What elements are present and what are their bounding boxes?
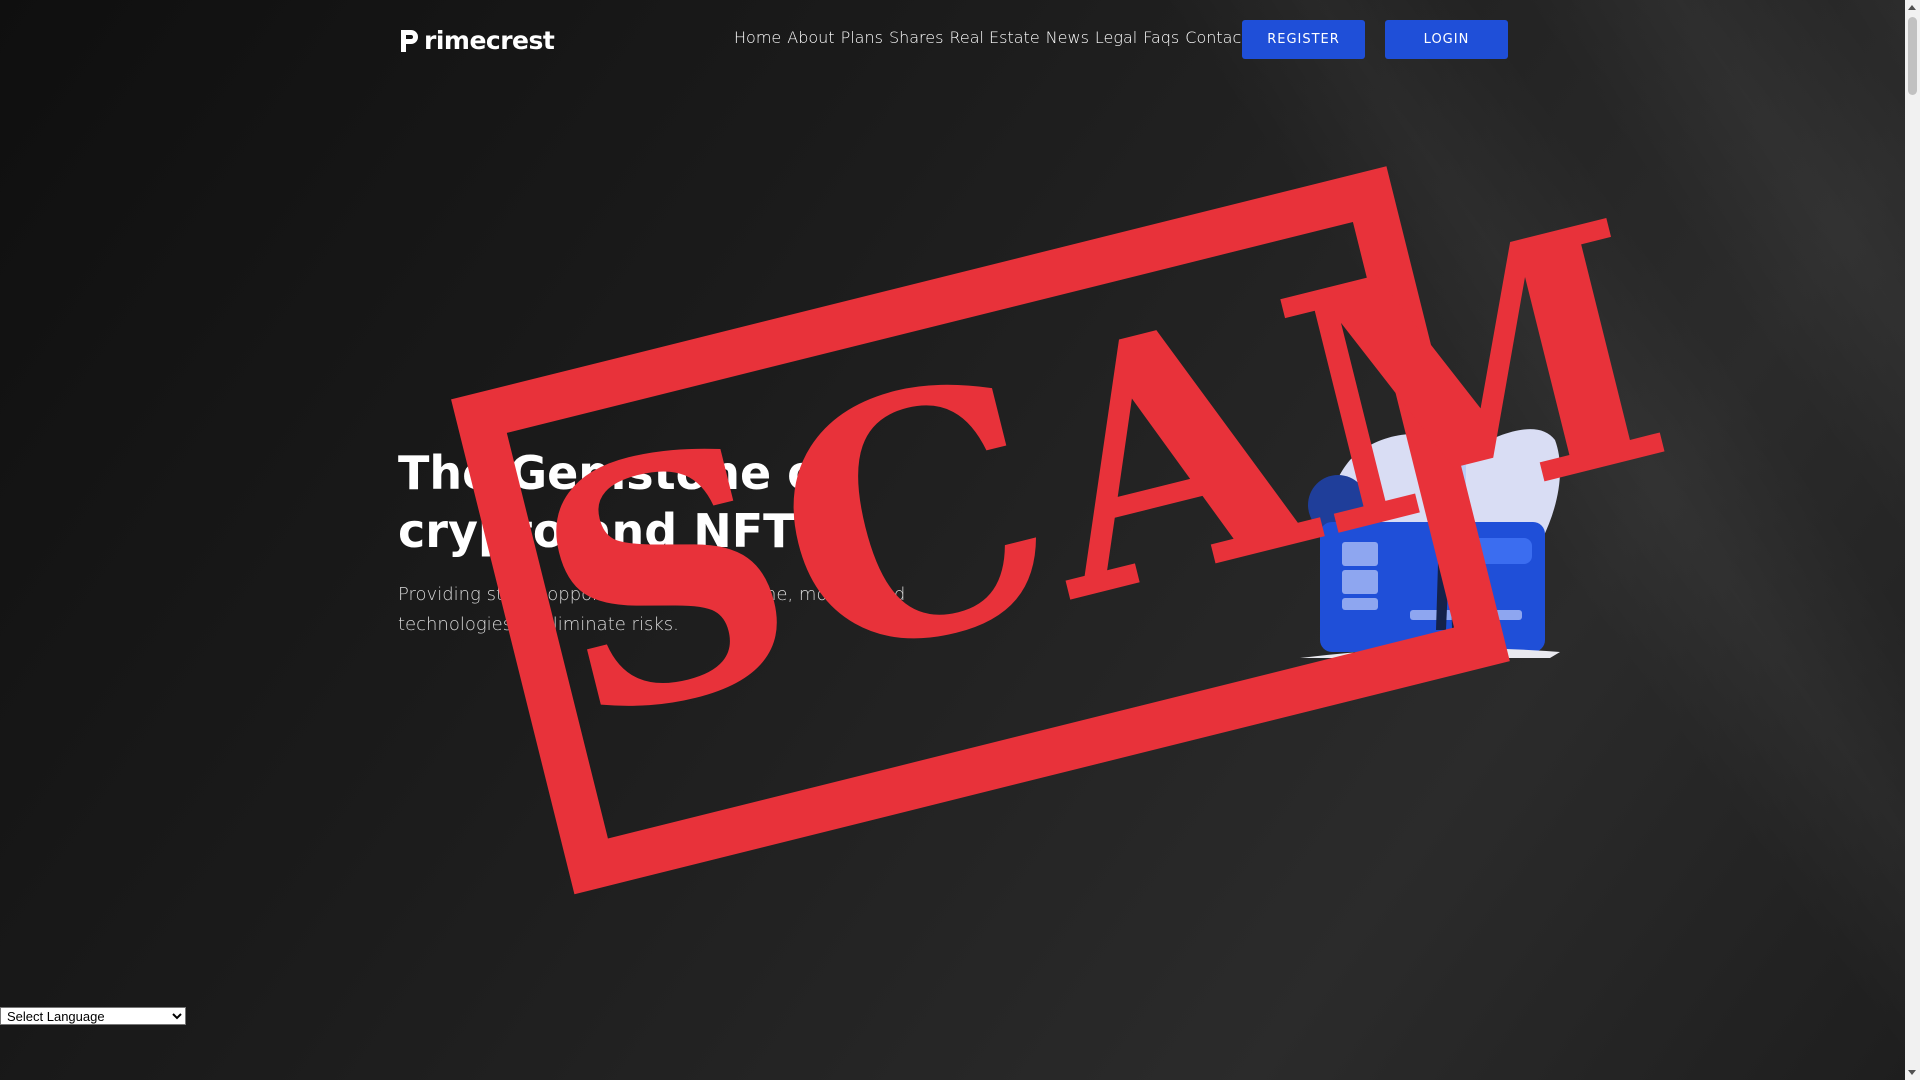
- scrollbar-thumb[interactable]: [1908, 17, 1917, 95]
- nav-shares[interactable]: Shares: [889, 28, 944, 47]
- nav-about[interactable]: About: [787, 28, 834, 47]
- brand-name: rimecrest: [424, 26, 555, 55]
- main-nav: Home About Plans Shares Real Estate News…: [734, 28, 1254, 47]
- login-button[interactable]: LOGIN: [1385, 20, 1508, 59]
- register-button[interactable]: REGISTER: [1242, 20, 1365, 59]
- scam-stamp: SCAM: [451, 146, 1702, 904]
- scroll-down-icon[interactable]: [1908, 1070, 1916, 1075]
- nav-plans[interactable]: Plans: [841, 28, 883, 47]
- page: rimecrest Home About Plans Shares Real E…: [0, 0, 1920, 1080]
- nav-real-estate[interactable]: Real Estate: [949, 28, 1039, 47]
- language-select[interactable]: Select Language: [0, 1007, 186, 1025]
- nav-contact[interactable]: Contact: [1185, 28, 1247, 47]
- nav-news[interactable]: News: [1046, 28, 1089, 47]
- nav-home[interactable]: Home: [734, 28, 781, 47]
- scroll-up-icon[interactable]: [1908, 5, 1916, 10]
- vertical-scrollbar[interactable]: [1905, 0, 1920, 1080]
- brand-logo[interactable]: rimecrest: [398, 26, 555, 55]
- nav-faqs[interactable]: Faqs: [1143, 28, 1179, 47]
- p-logo-icon: [401, 29, 418, 52]
- nav-legal[interactable]: Legal: [1095, 28, 1137, 47]
